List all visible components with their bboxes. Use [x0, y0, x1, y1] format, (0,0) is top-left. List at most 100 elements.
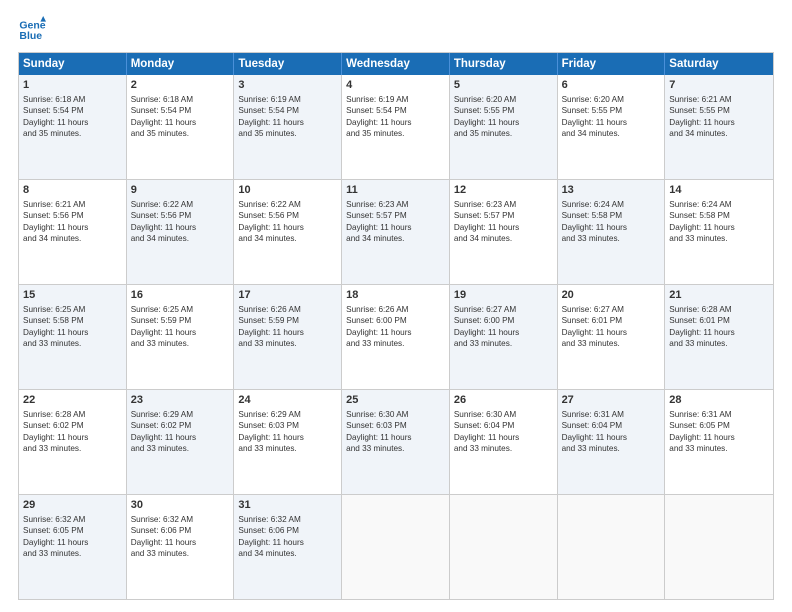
day-info: Sunrise: 6:25 AM Sunset: 5:59 PM Dayligh…	[131, 304, 230, 350]
logo: General Blue	[18, 16, 48, 44]
day-info: Sunrise: 6:23 AM Sunset: 5:57 PM Dayligh…	[346, 199, 445, 245]
day-number: 8	[23, 183, 122, 198]
day-info: Sunrise: 6:31 AM Sunset: 6:05 PM Dayligh…	[669, 409, 769, 455]
calendar-cell	[342, 495, 450, 599]
calendar-cell: 15Sunrise: 6:25 AM Sunset: 5:58 PM Dayli…	[19, 285, 127, 389]
calendar-cell: 20Sunrise: 6:27 AM Sunset: 6:01 PM Dayli…	[558, 285, 666, 389]
calendar-cell: 11Sunrise: 6:23 AM Sunset: 5:57 PM Dayli…	[342, 180, 450, 284]
day-info: Sunrise: 6:25 AM Sunset: 5:58 PM Dayligh…	[23, 304, 122, 350]
day-number: 27	[562, 393, 661, 408]
calendar-cell: 31Sunrise: 6:32 AM Sunset: 6:06 PM Dayli…	[234, 495, 342, 599]
day-info: Sunrise: 6:19 AM Sunset: 5:54 PM Dayligh…	[346, 94, 445, 140]
header-day-monday: Monday	[127, 53, 235, 75]
calendar-cell: 25Sunrise: 6:30 AM Sunset: 6:03 PM Dayli…	[342, 390, 450, 494]
day-number: 16	[131, 288, 230, 303]
calendar-cell: 23Sunrise: 6:29 AM Sunset: 6:02 PM Dayli…	[127, 390, 235, 494]
day-number: 17	[238, 288, 337, 303]
calendar-cell: 10Sunrise: 6:22 AM Sunset: 5:56 PM Dayli…	[234, 180, 342, 284]
day-number: 11	[346, 183, 445, 198]
calendar-cell: 8Sunrise: 6:21 AM Sunset: 5:56 PM Daylig…	[19, 180, 127, 284]
day-info: Sunrise: 6:32 AM Sunset: 6:05 PM Dayligh…	[23, 514, 122, 560]
calendar-week-4: 22Sunrise: 6:28 AM Sunset: 6:02 PM Dayli…	[19, 390, 773, 495]
day-number: 26	[454, 393, 553, 408]
calendar-cell	[665, 495, 773, 599]
calendar-cell: 1Sunrise: 6:18 AM Sunset: 5:54 PM Daylig…	[19, 75, 127, 179]
day-info: Sunrise: 6:18 AM Sunset: 5:54 PM Dayligh…	[131, 94, 230, 140]
calendar: SundayMondayTuesdayWednesdayThursdayFrid…	[18, 52, 774, 600]
header-day-sunday: Sunday	[19, 53, 127, 75]
day-info: Sunrise: 6:27 AM Sunset: 6:00 PM Dayligh…	[454, 304, 553, 350]
calendar-cell: 12Sunrise: 6:23 AM Sunset: 5:57 PM Dayli…	[450, 180, 558, 284]
day-info: Sunrise: 6:32 AM Sunset: 6:06 PM Dayligh…	[131, 514, 230, 560]
day-info: Sunrise: 6:21 AM Sunset: 5:55 PM Dayligh…	[669, 94, 769, 140]
calendar-cell: 3Sunrise: 6:19 AM Sunset: 5:54 PM Daylig…	[234, 75, 342, 179]
day-number: 6	[562, 78, 661, 93]
day-number: 24	[238, 393, 337, 408]
day-info: Sunrise: 6:27 AM Sunset: 6:01 PM Dayligh…	[562, 304, 661, 350]
calendar-cell: 27Sunrise: 6:31 AM Sunset: 6:04 PM Dayli…	[558, 390, 666, 494]
header: General Blue	[18, 16, 774, 44]
day-number: 20	[562, 288, 661, 303]
day-info: Sunrise: 6:22 AM Sunset: 5:56 PM Dayligh…	[238, 199, 337, 245]
calendar-cell	[450, 495, 558, 599]
day-number: 22	[23, 393, 122, 408]
day-number: 25	[346, 393, 445, 408]
calendar-cell: 4Sunrise: 6:19 AM Sunset: 5:54 PM Daylig…	[342, 75, 450, 179]
calendar-cell: 26Sunrise: 6:30 AM Sunset: 6:04 PM Dayli…	[450, 390, 558, 494]
day-number: 2	[131, 78, 230, 93]
day-number: 23	[131, 393, 230, 408]
day-info: Sunrise: 6:29 AM Sunset: 6:02 PM Dayligh…	[131, 409, 230, 455]
calendar-cell: 30Sunrise: 6:32 AM Sunset: 6:06 PM Dayli…	[127, 495, 235, 599]
day-number: 14	[669, 183, 769, 198]
day-info: Sunrise: 6:31 AM Sunset: 6:04 PM Dayligh…	[562, 409, 661, 455]
calendar-cell: 9Sunrise: 6:22 AM Sunset: 5:56 PM Daylig…	[127, 180, 235, 284]
day-number: 13	[562, 183, 661, 198]
day-info: Sunrise: 6:20 AM Sunset: 5:55 PM Dayligh…	[454, 94, 553, 140]
calendar-cell: 22Sunrise: 6:28 AM Sunset: 6:02 PM Dayli…	[19, 390, 127, 494]
day-info: Sunrise: 6:29 AM Sunset: 6:03 PM Dayligh…	[238, 409, 337, 455]
calendar-cell: 17Sunrise: 6:26 AM Sunset: 5:59 PM Dayli…	[234, 285, 342, 389]
day-number: 29	[23, 498, 122, 513]
header-day-thursday: Thursday	[450, 53, 558, 75]
day-info: Sunrise: 6:28 AM Sunset: 6:01 PM Dayligh…	[669, 304, 769, 350]
logo-icon: General Blue	[18, 16, 46, 44]
calendar-cell: 18Sunrise: 6:26 AM Sunset: 6:00 PM Dayli…	[342, 285, 450, 389]
calendar-cell: 24Sunrise: 6:29 AM Sunset: 6:03 PM Dayli…	[234, 390, 342, 494]
calendar-cell: 7Sunrise: 6:21 AM Sunset: 5:55 PM Daylig…	[665, 75, 773, 179]
day-info: Sunrise: 6:23 AM Sunset: 5:57 PM Dayligh…	[454, 199, 553, 245]
header-day-saturday: Saturday	[665, 53, 773, 75]
calendar-cell: 21Sunrise: 6:28 AM Sunset: 6:01 PM Dayli…	[665, 285, 773, 389]
day-number: 4	[346, 78, 445, 93]
day-number: 19	[454, 288, 553, 303]
calendar-week-1: 1 Sunrise: 6:18 AM Sunset: 5:54 PM Daylig…	[19, 75, 773, 180]
calendar-week-3: 15Sunrise: 6:25 AM Sunset: 5:58 PM Dayli…	[19, 285, 773, 390]
calendar-body: 1 Sunrise: 6:18 AM Sunset: 5:54 PM Daylig…	[19, 75, 773, 599]
day-number: 7	[669, 78, 769, 93]
day-number: 15	[23, 288, 122, 303]
day-number: 1	[23, 78, 122, 93]
calendar-cell	[558, 495, 666, 599]
day-info: Sunrise: 6:21 AM Sunset: 5:56 PM Dayligh…	[23, 199, 122, 245]
day-number: 5	[454, 78, 553, 93]
calendar-week-5: 29Sunrise: 6:32 AM Sunset: 6:05 PM Dayli…	[19, 495, 773, 599]
day-info: Sunrise: 6:19 AM Sunset: 5:54 PM Dayligh…	[238, 94, 337, 140]
header-day-wednesday: Wednesday	[342, 53, 450, 75]
page: General Blue SundayMondayTuesdayWednesda…	[0, 0, 792, 612]
day-number: 10	[238, 183, 337, 198]
calendar-cell: 28Sunrise: 6:31 AM Sunset: 6:05 PM Dayli…	[665, 390, 773, 494]
day-info: Sunrise: 6:26 AM Sunset: 5:59 PM Dayligh…	[238, 304, 337, 350]
day-number: 31	[238, 498, 337, 513]
day-info: Sunrise: 6:30 AM Sunset: 6:03 PM Dayligh…	[346, 409, 445, 455]
svg-text:Blue: Blue	[19, 30, 42, 42]
day-number: 30	[131, 498, 230, 513]
day-info: Sunrise: 6:20 AM Sunset: 5:55 PM Dayligh…	[562, 94, 661, 140]
header-day-tuesday: Tuesday	[234, 53, 342, 75]
day-number: 21	[669, 288, 769, 303]
day-info: Sunrise: 6:28 AM Sunset: 6:02 PM Dayligh…	[23, 409, 122, 455]
day-number: 3	[238, 78, 337, 93]
calendar-cell: 13Sunrise: 6:24 AM Sunset: 5:58 PM Dayli…	[558, 180, 666, 284]
calendar-cell: 5Sunrise: 6:20 AM Sunset: 5:55 PM Daylig…	[450, 75, 558, 179]
day-info: Sunrise: 6:24 AM Sunset: 5:58 PM Dayligh…	[669, 199, 769, 245]
day-number: 28	[669, 393, 769, 408]
calendar-cell: 16Sunrise: 6:25 AM Sunset: 5:59 PM Dayli…	[127, 285, 235, 389]
